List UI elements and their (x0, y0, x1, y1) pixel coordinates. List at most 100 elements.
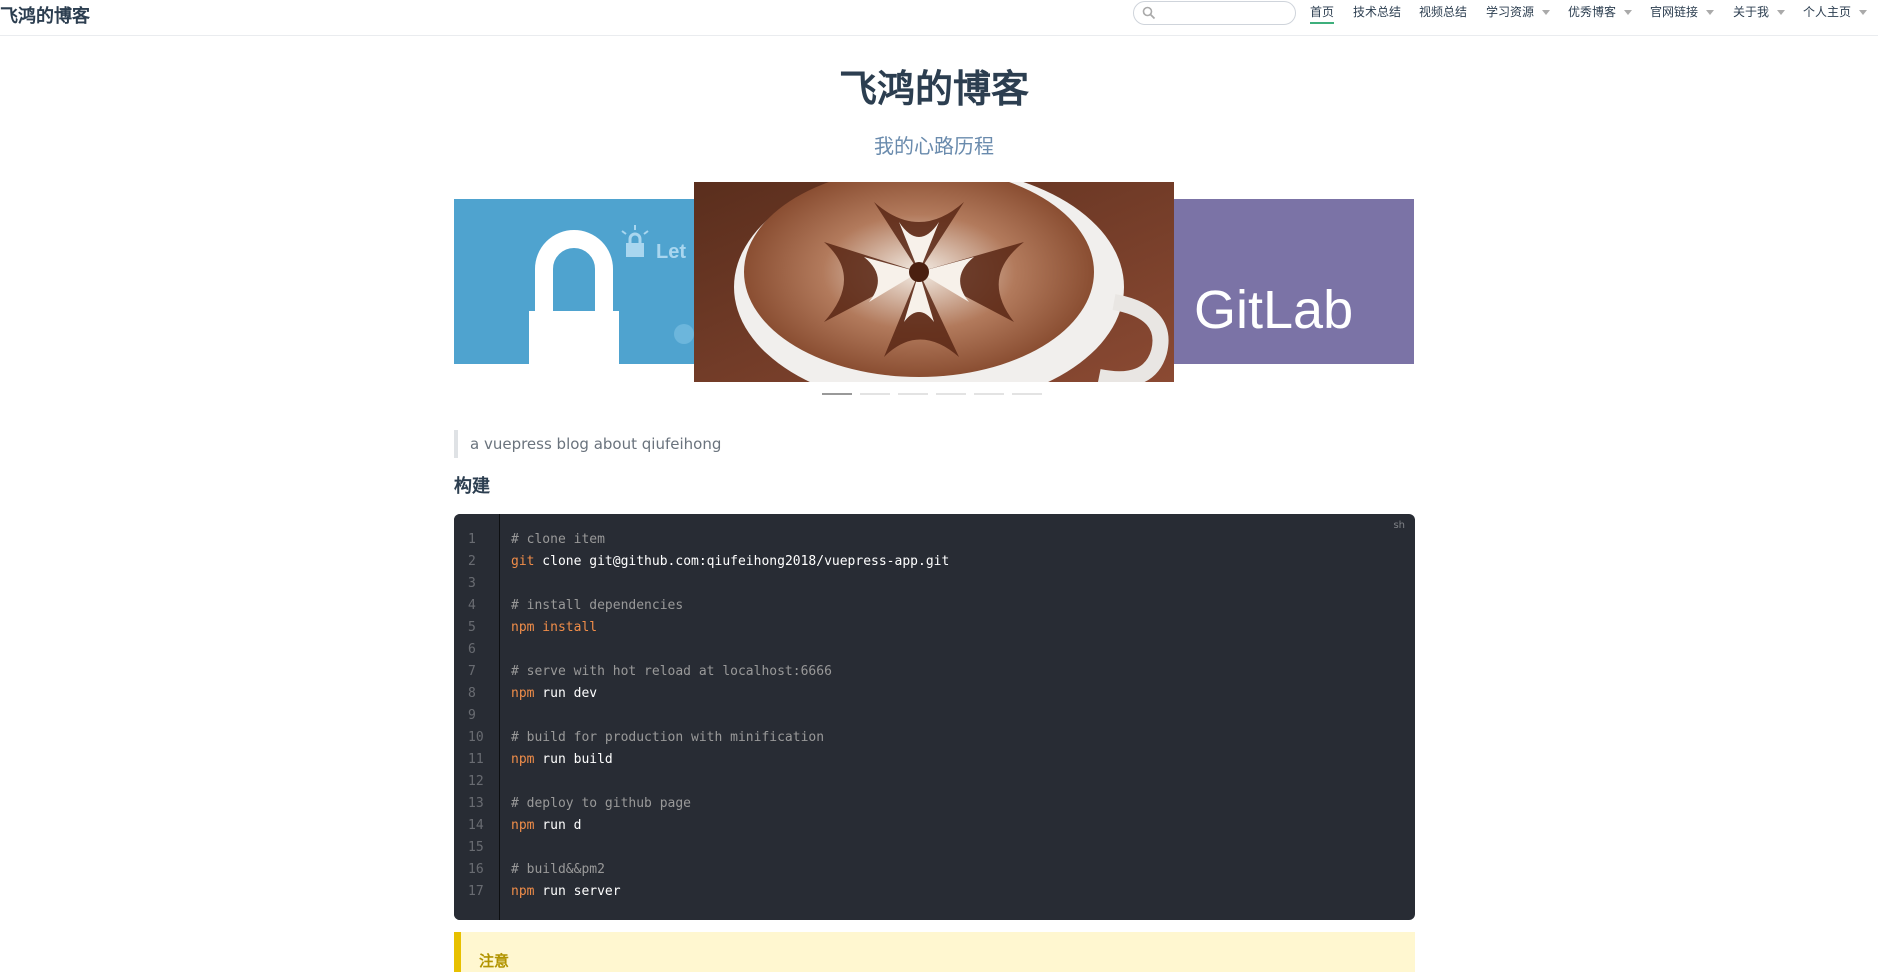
carousel-slide-coffee[interactable] (694, 182, 1174, 382)
line-code: npm run d (511, 815, 581, 837)
site-name-link[interactable]: 飞鸿的博客 (0, 2, 90, 28)
chevron-down-icon (1706, 10, 1715, 15)
code-token: run dev (534, 686, 598, 701)
gitlab-logo-text: GitLab (1194, 280, 1354, 340)
section-heading-build: 构建 (454, 476, 490, 497)
nav-item-7[interactable]: 个人主页 (1803, 5, 1868, 25)
code-token: run d (534, 818, 582, 833)
line-number: 6 (468, 642, 476, 657)
line-code: git clone git@github.com:qiufeihong2018/… (511, 551, 949, 573)
code-line: 7 # serve with hot reload at localhost:66… (454, 661, 1415, 683)
code-line: 11 npm run build (454, 749, 1415, 771)
carousel-slide-letsencrypt[interactable]: Let (454, 199, 694, 364)
active-nav-underline (1310, 22, 1335, 24)
carousel-indicator[interactable] (898, 393, 928, 395)
code-block[interactable]: sh 1 # clone item 2 git clone git@github.co… (454, 514, 1415, 920)
nav-item-label: 关于我 (1733, 5, 1770, 19)
search-box[interactable] (1133, 1, 1296, 25)
code-token: npm (511, 818, 535, 833)
nav-item-label: 学习资源 (1486, 5, 1535, 19)
nav-item-label: 技术总结 (1353, 5, 1402, 19)
nav-item-2[interactable]: 视频总结 (1419, 5, 1467, 25)
line-code: # serve with hot reload at localhost:666… (511, 661, 832, 683)
chevron-down-icon (1542, 10, 1551, 15)
navbar: 飞鸿的博客 首页 技术总结 视频总结 学习资源 优秀博客 官网链接 关于我 个人主页 (0, 0, 1878, 36)
line-code: npm run dev (511, 683, 597, 705)
code-token: run build (534, 752, 613, 767)
line-number: 10 (468, 730, 484, 745)
code-line: 14 npm run d (454, 815, 1415, 837)
code-line: 3 (454, 573, 1415, 595)
code-line: 15 (454, 837, 1415, 859)
line-number: 14 (468, 818, 484, 833)
line-code: # clone item (511, 529, 605, 551)
nav-item-label: 首页 (1310, 5, 1335, 19)
nav-item-0[interactable]: 首页 (1310, 5, 1335, 25)
code-line: 16 # build&&pm2 (454, 859, 1415, 881)
code-token: git (511, 554, 535, 569)
tip-container: 注意 (454, 932, 1415, 972)
code-line: 4 # install dependencies (454, 595, 1415, 617)
code-token: # serve with hot reload at localhost:666… (511, 664, 832, 679)
code-token: npm install (511, 620, 598, 635)
image-carousel[interactable]: Let GitLab (454, 182, 1415, 400)
code-token: # deploy to github page (511, 796, 692, 811)
code-line: 13 # deploy to github page (454, 793, 1415, 815)
chevron-down-icon (1859, 10, 1868, 15)
code-token: # build for production with minification (511, 730, 825, 745)
lock-icon (529, 225, 694, 364)
carousel-indicator[interactable] (936, 393, 966, 395)
nav-item-6[interactable]: 关于我 (1733, 5, 1786, 25)
line-number: 3 (468, 576, 476, 591)
chevron-down-icon (1624, 10, 1633, 15)
line-number: 11 (468, 752, 484, 767)
line-number: 17 (468, 884, 484, 899)
nav-item-3[interactable]: 学习资源 (1486, 5, 1551, 25)
line-code: # install dependencies (511, 595, 683, 617)
line-number: 13 (468, 796, 484, 811)
carousel-indicator[interactable] (822, 393, 852, 395)
line-number: 15 (468, 840, 484, 855)
line-number: 2 (468, 554, 476, 569)
line-number: 12 (468, 774, 484, 789)
nav-item-label: 优秀博客 (1568, 5, 1617, 19)
carousel-indicator[interactable] (860, 393, 890, 395)
code-line: 9 (454, 705, 1415, 727)
carousel-slide-gitlab[interactable]: GitLab (1174, 199, 1414, 364)
code-line: 17 npm run server (454, 881, 1415, 903)
hero-title: 飞鸿的博客 (838, 67, 1029, 111)
coffee-image (694, 182, 1174, 382)
line-code: npm run build (511, 749, 613, 771)
search-input[interactable] (1160, 4, 1289, 24)
line-number: 16 (468, 862, 484, 877)
code-line: 6 (454, 639, 1415, 661)
carousel-indicator[interactable] (1012, 393, 1042, 395)
carousel-caption: Let (656, 241, 686, 263)
code-line: 12 (454, 771, 1415, 793)
code-line: 2 git clone git@github.com:qiufeihong2018… (454, 551, 1415, 573)
code-line: 10 # build for production with minificati… (454, 727, 1415, 749)
line-number: 9 (468, 708, 476, 723)
code-line: 1 # clone item (454, 529, 1415, 551)
nav-item-4[interactable]: 优秀博客 (1568, 5, 1633, 25)
nav-item-label: 官网链接 (1650, 5, 1699, 19)
code-token: # install dependencies (511, 598, 684, 613)
nav-item-label: 视频总结 (1419, 5, 1468, 19)
line-code: # deploy to github page (511, 793, 691, 815)
nav-item-label: 个人主页 (1803, 5, 1852, 19)
nav-item-5[interactable]: 官网链接 (1650, 5, 1715, 25)
code-token: npm (511, 884, 535, 899)
line-code: npm install (511, 617, 597, 639)
code-token: run server (534, 884, 621, 899)
code-token: # clone item (511, 532, 605, 547)
nav-item-1[interactable]: 技术总结 (1353, 5, 1401, 25)
line-number: 8 (468, 686, 476, 701)
intro-blockquote: a vuepress blog about qiufeihong (454, 430, 1415, 458)
code-token: # build&&pm2 (511, 862, 605, 877)
line-number: 5 (468, 620, 476, 635)
code-line: 5 npm install (454, 617, 1415, 639)
line-code: npm run server (511, 881, 621, 903)
line-number: 7 (468, 664, 476, 679)
code-token: clone git@github.com:qiufeihong2018/vuep… (534, 554, 950, 569)
carousel-indicator[interactable] (974, 393, 1004, 395)
